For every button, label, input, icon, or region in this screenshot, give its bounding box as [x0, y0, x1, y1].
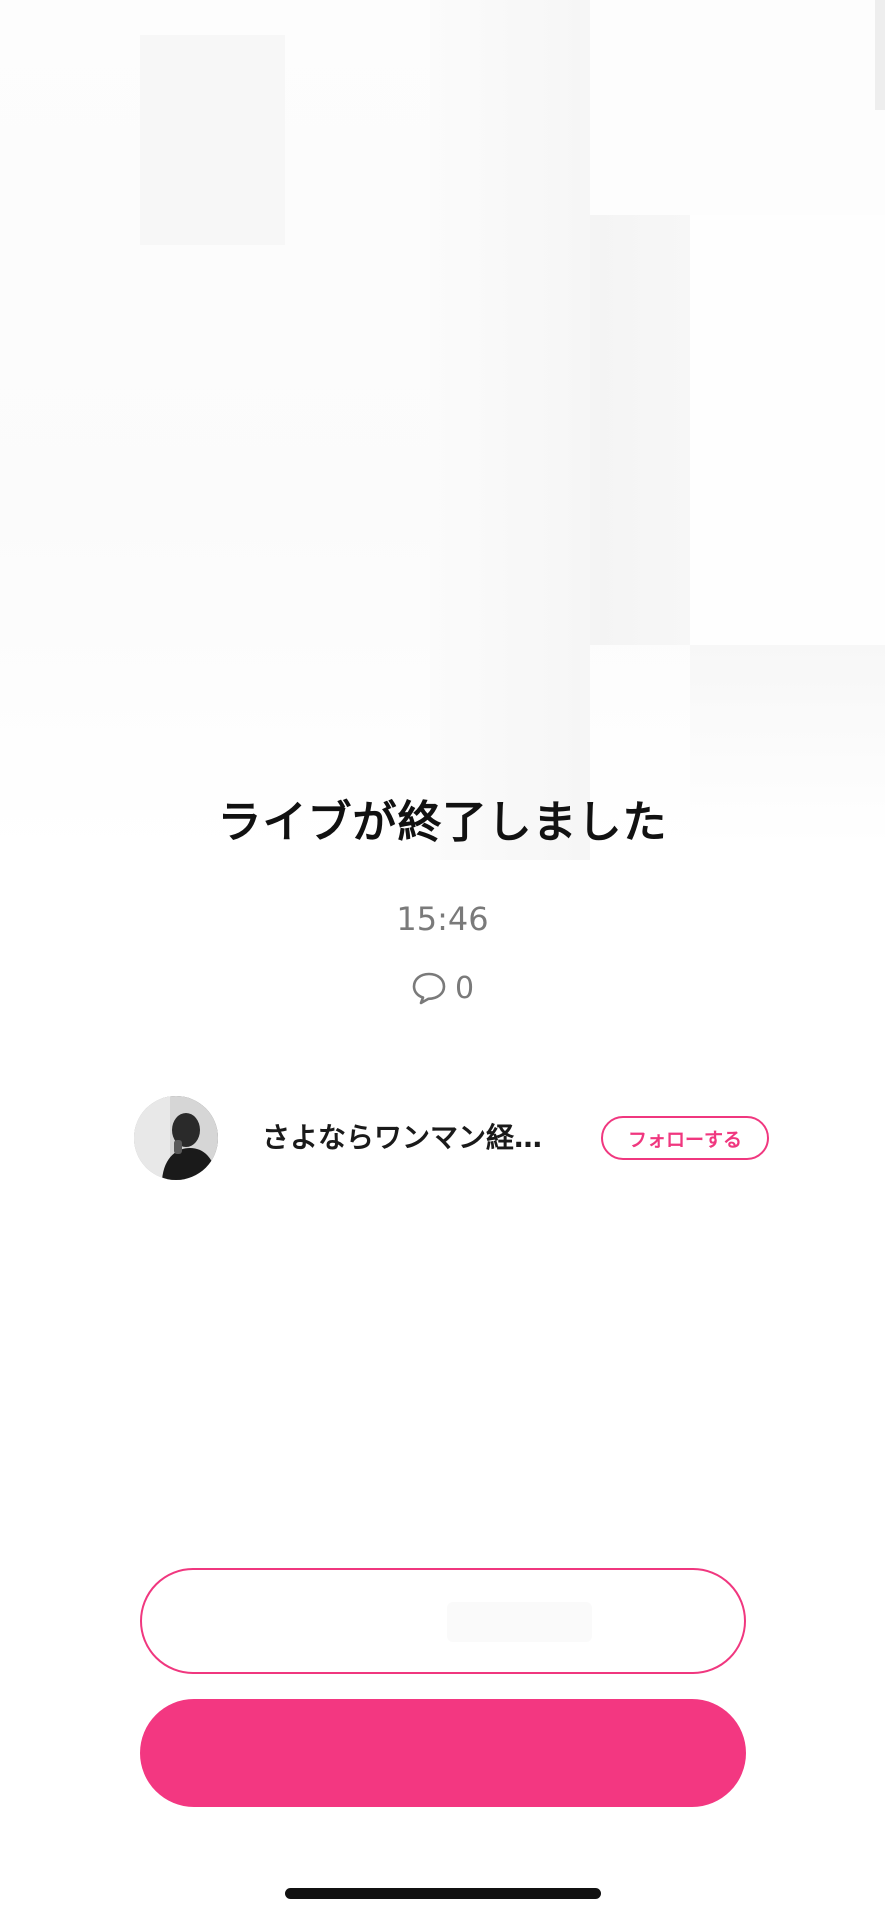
background-block [430, 0, 590, 860]
primary-button[interactable] [140, 1699, 746, 1807]
background-block [140, 35, 285, 245]
live-duration: 15:46 [396, 900, 489, 938]
host-name[interactable]: さよならワンマン経… [262, 1116, 562, 1156]
background-thumbnail [0, 0, 885, 860]
home-indicator [285, 1888, 601, 1899]
background-block [590, 0, 885, 215]
background-block [875, 0, 885, 110]
live-ended-title: ライブが終了しました [217, 797, 668, 848]
background-block [690, 215, 885, 645]
host-row: さよならワンマン経… フォローする [134, 1096, 770, 1180]
host-avatar[interactable] [134, 1096, 218, 1180]
button-label-placeholder [447, 1602, 592, 1642]
follow-button[interactable]: フォローする [601, 1116, 769, 1160]
comment-icon [411, 970, 447, 1006]
comment-count-row: 0 [0, 970, 885, 1006]
live-ended-screen: ライブが終了しました 15:46 0 さよならワンマン経… フォローする [0, 0, 885, 1920]
comment-count: 0 [454, 970, 475, 1006]
secondary-button[interactable] [140, 1568, 746, 1674]
background-block [590, 215, 690, 645]
